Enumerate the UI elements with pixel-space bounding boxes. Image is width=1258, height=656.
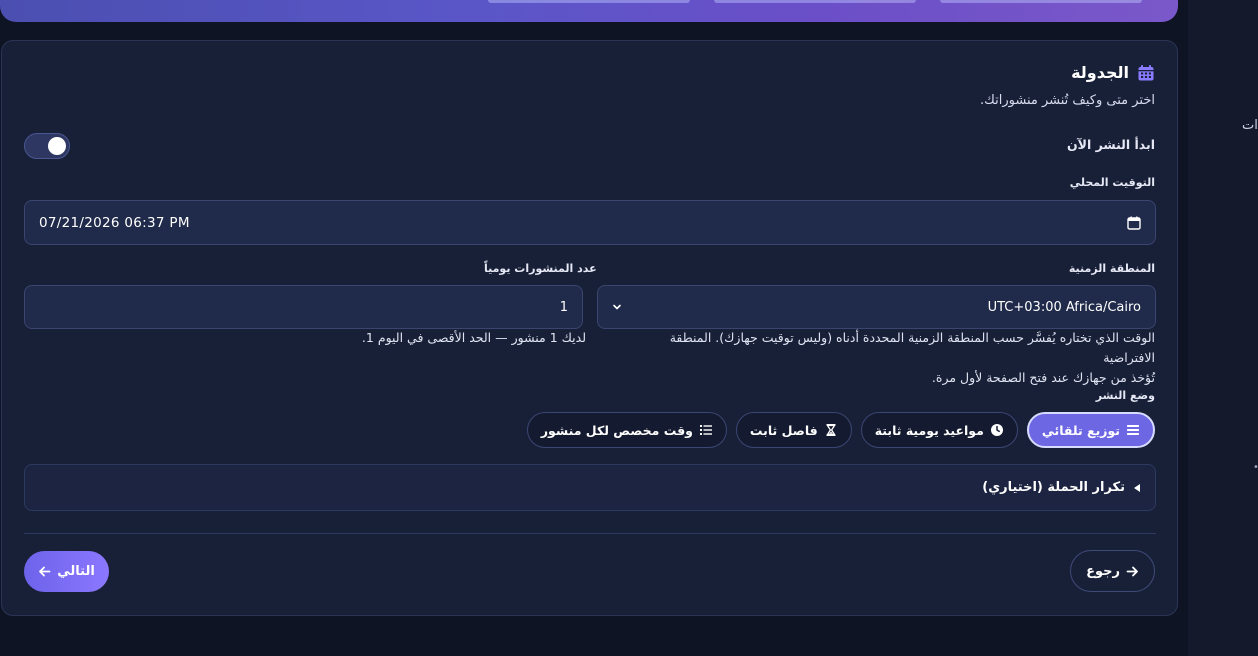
local-time-label: التوقيت المحلي <box>1069 176 1155 189</box>
mode-buttons: توزيع تلقائي مواعيد يومية ثابتة فاصل ثاب… <box>526 412 1155 448</box>
mode-auto-button[interactable]: توزيع تلقائي <box>1026 412 1155 448</box>
top-banner <box>0 0 1178 22</box>
posts-per-day-help: لديك 1 منشور — الحد الأقصى في اليوم 1. <box>361 330 586 345</box>
list-icon <box>1127 425 1139 435</box>
schedule-card: الجدولة اختر متى وكيف تُنشر منشوراتك. اب… <box>1 40 1178 616</box>
timezone-label: المنطقة الزمنية <box>1068 262 1155 275</box>
mode-fixed-interval-label: فاصل ثابت <box>749 422 818 438</box>
arrow-right-icon <box>1126 566 1138 576</box>
campaign-repeat-label: تكرار الحملة (اختياري) <box>982 480 1125 495</box>
chevron-down-icon <box>613 304 621 310</box>
timezone-help-line1: الوقت الذي تختاره يُفسَّر حسب المنطقة ال… <box>669 330 1155 365</box>
start-now-toggle[interactable] <box>24 133 70 159</box>
local-time-input[interactable]: 07/21/2026 06:37 PM <box>24 200 1156 245</box>
timezone-value: UTC+03:00 Africa/Cairo <box>987 299 1141 315</box>
next-label: التالي <box>57 564 95 579</box>
mode-custom-time-label: وقت مخصص لكل منشور <box>540 422 693 438</box>
posts-per-day-value: 1 <box>559 299 568 315</box>
sidebar-item-fragment[interactable]: ات <box>1242 118 1258 133</box>
mode-custom-time-button[interactable]: وقت مخصص لكل منشور <box>526 412 727 448</box>
timezone-help-line2: تُؤخذ من جهازك عند فتح الصفحة لأول مرة. <box>931 370 1155 385</box>
back-label: رجوع <box>1086 563 1120 579</box>
banner-tab <box>940 0 1142 3</box>
mode-fixed-daily-label: مواعيد يومية ثابتة <box>874 422 984 438</box>
disclosure-triangle-icon <box>1134 483 1140 492</box>
campaign-repeat-disclosure[interactable]: تكرار الحملة (اختياري) <box>24 464 1156 511</box>
arrow-left-icon <box>39 566 51 577</box>
calendar-picker-icon[interactable] <box>1127 216 1141 230</box>
mode-fixed-daily-button[interactable]: مواعيد يومية ثابتة <box>860 412 1018 448</box>
timezone-select[interactable]: UTC+03:00 Africa/Cairo <box>597 285 1156 329</box>
section-subtitle: اختر متى وكيف تُنشر منشوراتك. <box>980 93 1155 108</box>
banner-tab <box>714 0 916 3</box>
mode-fixed-interval-button[interactable]: فاصل ثابت <box>735 412 852 448</box>
posts-per-day-input[interactable]: 1 <box>24 285 583 329</box>
section-header: الجدولة <box>1071 63 1155 82</box>
back-button[interactable]: رجوع <box>1070 550 1155 592</box>
posts-per-day-label: عدد المنشورات يومياً <box>484 262 597 275</box>
hourglass-icon <box>826 424 836 436</box>
mode-auto-label: توزيع تلقائي <box>1041 422 1120 438</box>
next-button[interactable]: التالي <box>24 551 109 592</box>
sidebar-dot: • <box>1253 462 1258 473</box>
banner-tab <box>488 0 690 3</box>
toggle-knob <box>48 137 66 155</box>
local-time-value: 07/21/2026 06:37 PM <box>39 214 190 231</box>
checklist-icon <box>699 425 712 435</box>
clock-icon <box>990 424 1003 436</box>
start-now-label: ابدأ النشر الآن <box>1066 137 1155 152</box>
right-sidebar <box>1188 0 1258 656</box>
section-title: الجدولة <box>1071 63 1129 82</box>
mode-label: وضع النشر <box>1095 389 1155 402</box>
divider <box>24 533 1156 534</box>
timezone-help: الوقت الذي تختاره يُفسَّر حسب المنطقة ال… <box>615 328 1155 388</box>
calendar-icon <box>1138 64 1154 80</box>
